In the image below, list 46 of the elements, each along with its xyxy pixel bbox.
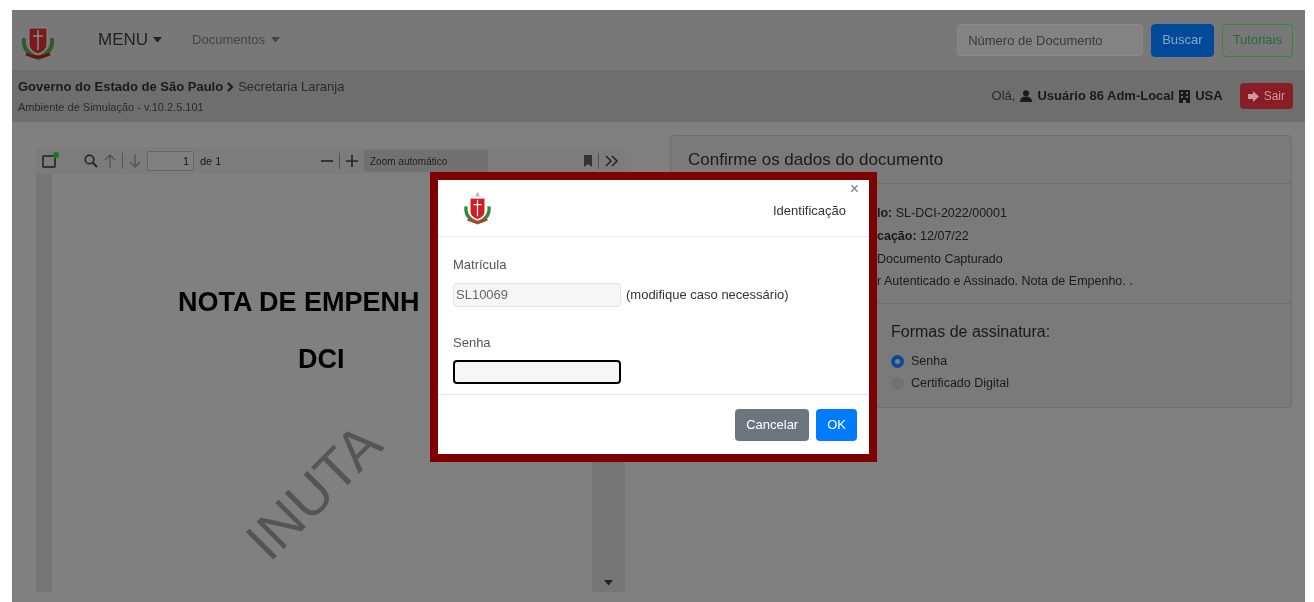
logout-button[interactable]: Sair [1239,83,1293,109]
chevron-icon [227,81,235,92]
sign-out-icon [1247,90,1260,102]
signature-heading: Formas de assinatura: [891,322,1052,342]
page-number-field[interactable]: 1 [147,151,194,171]
search-icon[interactable] [84,154,98,168]
breadcrumb-item[interactable]: Governo do Estado de São Paulo [18,77,224,97]
document-detail: Documento Capturado [877,250,1004,268]
field-label: Matrícula [453,256,508,274]
caret-icon [271,37,281,43]
building-icon [1179,89,1191,103]
ok-button[interactable]: OK [816,408,857,441]
field-label: Senha [453,333,492,352]
field-hint: (modifique caso necessário) [626,285,789,304]
page-count: de 1 [200,153,222,169]
unit-name: USA [1195,87,1223,106]
sidebar-toggle[interactable] [42,154,56,168]
password-field[interactable] [453,360,621,384]
close-button[interactable]: × [849,181,859,197]
zoom-in-icon[interactable] [346,155,358,167]
cancel-button[interactable]: Cancelar [735,408,810,441]
document-number-field[interactable]: Número de Documento [957,24,1144,56]
signature-option[interactable]: Certificado Digital [891,373,1291,393]
document-heading: DCI [298,343,345,376]
breadcrumb-item: Secretaria Laranja [238,78,345,96]
caret-icon [153,37,163,43]
bookmark-icon[interactable] [584,155,592,167]
dialog-title: Identificação [773,202,846,221]
document-detail: lo: SL-DCI-2022/00001 [877,205,1008,222]
zoom-select[interactable]: Zoom automático [364,150,488,172]
down-arrow-icon[interactable] [129,154,141,168]
registration-field[interactable]: SL10069 [453,282,621,307]
user-name: Usuário 86 Adm-Local [1037,87,1175,106]
search-button[interactable]: Buscar [1151,23,1214,57]
document-heading: NOTA DE EMPENH [178,286,420,319]
signature-option[interactable]: Senha [891,352,1291,371]
environment-version: Ambiente de Simulação - v.10.2.5.101 [18,99,205,115]
greeting-text: Olá, [991,87,1016,106]
menu-dropdown[interactable]: MENU [98,27,163,53]
double-chevron-icon[interactable] [605,155,619,167]
crest-logo [461,190,494,226]
document-detail: r Autenticado e Assinado. Nota de Empenho. . [877,273,1134,291]
caret-icon [604,580,613,586]
user-icon [1020,90,1033,102]
document-detail: cação: 12/07/22 [877,227,970,245]
up-arrow-icon[interactable] [104,154,116,168]
